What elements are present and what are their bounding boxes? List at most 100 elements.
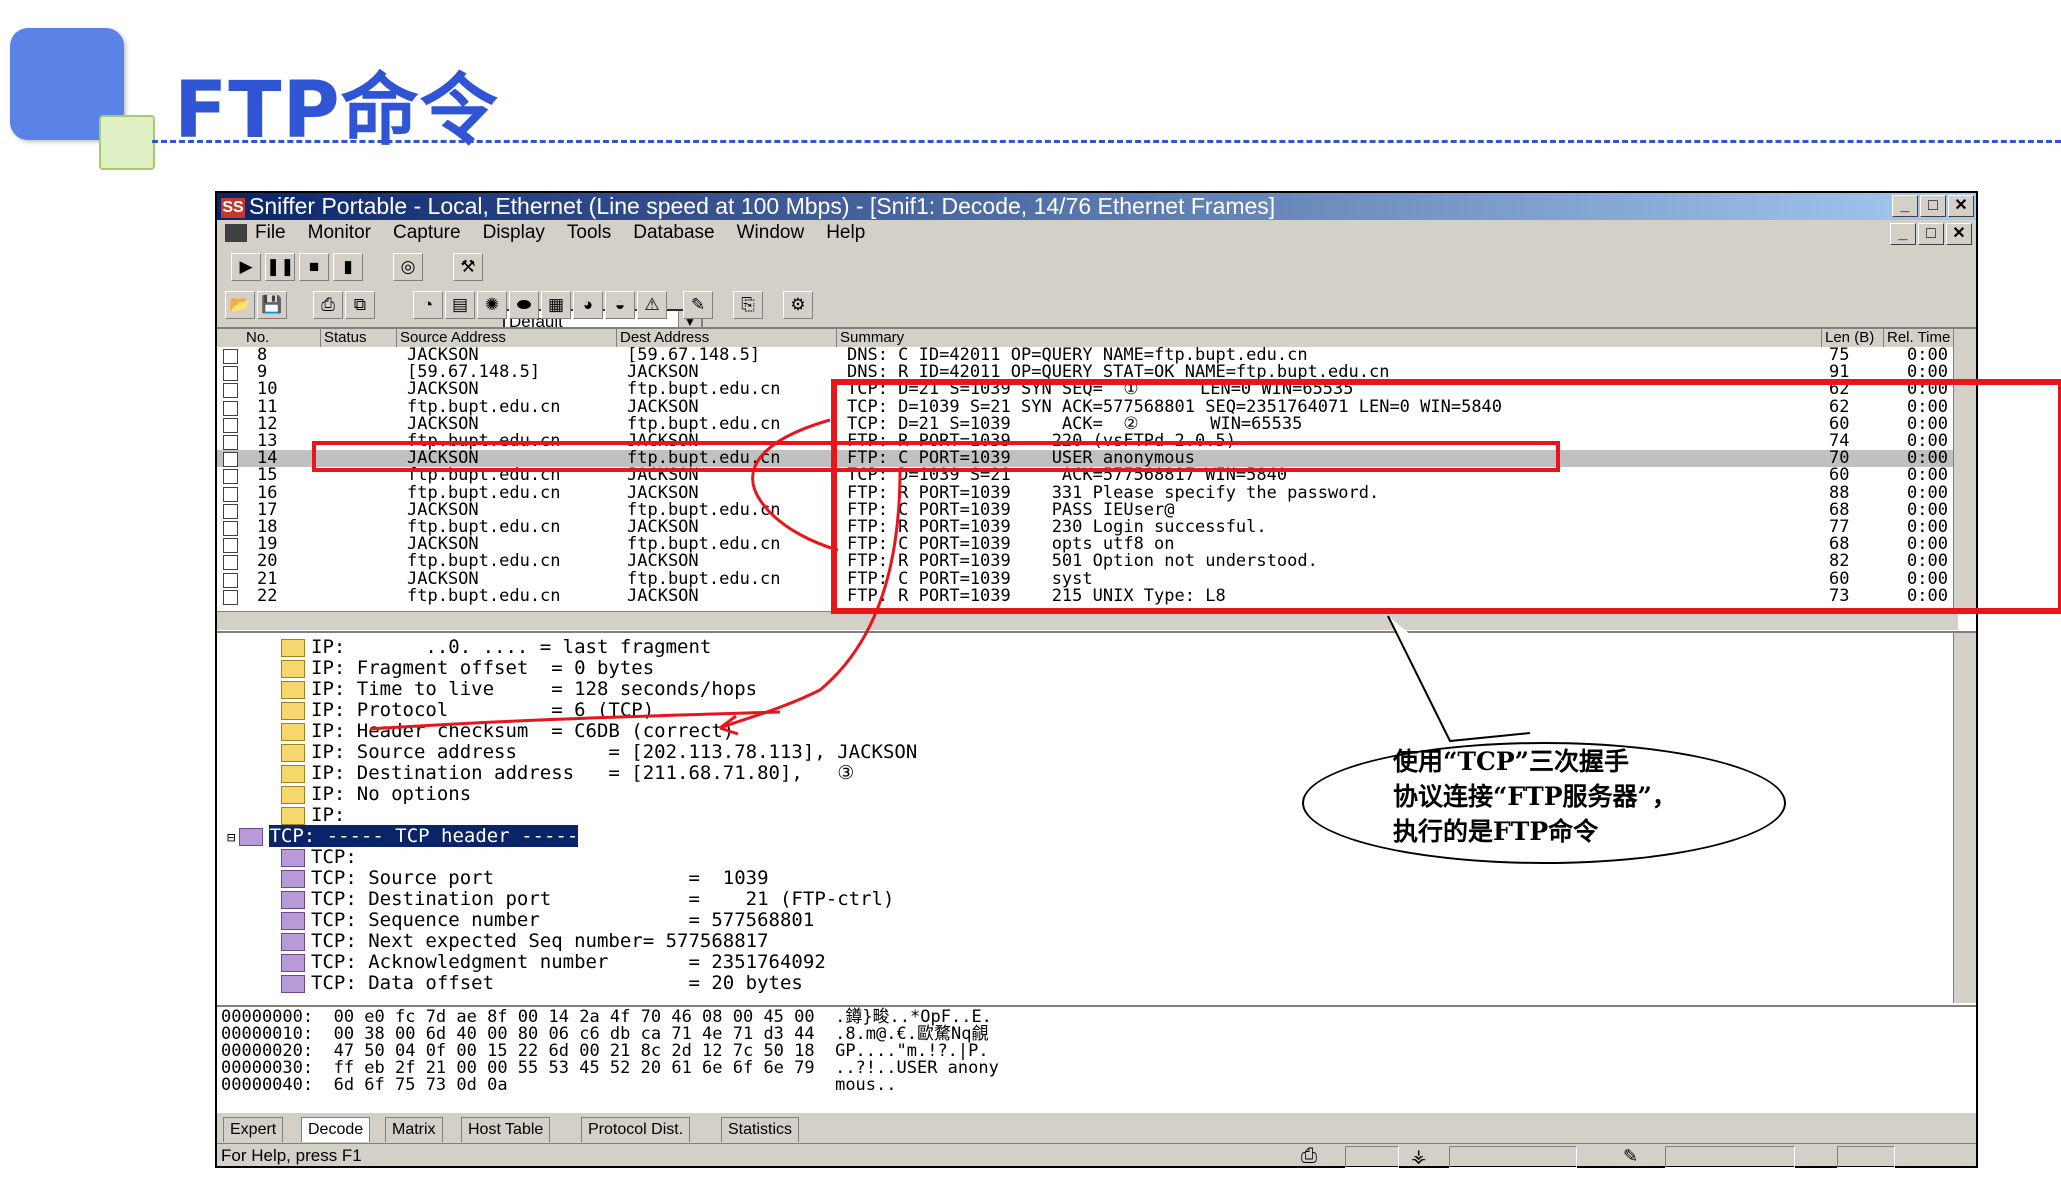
binoculars-icon[interactable]: ◎ — [393, 253, 423, 281]
dashboard-icon[interactable]: ◔ — [413, 291, 443, 319]
tab-decode[interactable]: Decode — [301, 1117, 371, 1142]
decode-line[interactable]: TCP: Source port = 1039 — [281, 868, 769, 889]
packet-row[interactable]: 22 ftp.bupt.edu.cn JACKSON FTP: R PORT=1039… — [217, 588, 1976, 605]
print-preview-icon[interactable]: ⧉ — [345, 291, 375, 319]
packet-row[interactable]: 13 ftp.bupt.edu.cn JACKSON FTP: R PORT=1039… — [217, 433, 1976, 450]
packet-row[interactable]: 12 JACKSON ftp.bupt.edu.cn TCP: D=21 S=1039… — [217, 416, 1976, 433]
row-checkbox[interactable] — [223, 417, 238, 433]
col-header-dest[interactable]: Dest Address — [617, 329, 837, 347]
col-header-no[interactable]: No. — [217, 329, 321, 347]
packet-row[interactable]: 17 JACKSON ftp.bupt.edu.cn FTP: C PORT=1039… — [217, 502, 1976, 519]
define-filter-icon[interactable]: ⚒ — [453, 253, 483, 281]
open-folder-icon[interactable]: 📂 — [225, 291, 255, 319]
row-checkbox[interactable] — [223, 538, 238, 554]
packet-row-selected[interactable]: 14 JACKSON ftp.bupt.edu.cn FTP: C PORT=1039… — [217, 450, 1976, 468]
decode-line[interactable]: TCP: Next expected Seq number= 577568817 — [281, 931, 769, 952]
packet-list-hscrollbar[interactable] — [217, 611, 1958, 630]
minimize-button[interactable]: _ — [1892, 195, 1918, 217]
stop-icon[interactable]: ■ — [299, 253, 329, 281]
row-checkbox[interactable] — [223, 349, 238, 364]
row-checkbox[interactable] — [223, 503, 238, 519]
window-titlebar[interactable]: SS Sniffer Portable - Local, Ethernet (Li… — [217, 193, 1976, 220]
menu-window[interactable]: Window — [737, 220, 805, 246]
menu-capture[interactable]: Capture — [393, 220, 461, 246]
child-minimize-button[interactable]: _ — [1890, 223, 1916, 245]
row-checkbox[interactable] — [223, 555, 238, 571]
maximize-button[interactable]: □ — [1920, 195, 1946, 217]
protocol-distribution-icon[interactable]: ◕ — [573, 291, 603, 319]
decode-line[interactable]: TCP: Sequence number = 577568801 — [281, 910, 814, 931]
child-restore-button[interactable]: □ — [1918, 223, 1944, 245]
decode-line[interactable]: IP: No options — [281, 784, 471, 805]
packet-list-scrollbar[interactable] — [1953, 329, 1976, 611]
menu-file[interactable]: File — [255, 220, 286, 246]
col-header-time[interactable]: Rel. Time — [1884, 329, 1956, 347]
print-icon[interactable]: ⎙ — [313, 291, 343, 319]
hex-line[interactable]: 00000040: 6d 6f 75 73 0d 0a mous.. — [221, 1077, 897, 1094]
decode-line[interactable]: TCP: — [281, 847, 357, 868]
tab-expert[interactable]: Expert — [223, 1117, 284, 1142]
global-statistics-icon[interactable]: ◒ — [605, 291, 635, 319]
decode-line[interactable]: IP: Destination address = [211.68.71.80]… — [281, 763, 854, 784]
close-button[interactable]: ✕ — [1948, 195, 1974, 217]
menu-tools[interactable]: Tools — [567, 220, 611, 246]
row-checkbox[interactable] — [223, 366, 238, 382]
history-samples-icon[interactable]: ▦ — [541, 291, 571, 319]
decode-line[interactable]: IP: Protocol = 6 (TCP) — [281, 700, 654, 721]
decode-line[interactable]: IP: Header checksum = C6DB (correct) — [281, 721, 734, 742]
packet-row[interactable]: 16 ftp.bupt.edu.cn JACKSON FTP: R PORT=1039… — [217, 485, 1976, 502]
decode-line[interactable]: IP: — [281, 805, 345, 826]
row-checkbox[interactable] — [223, 521, 238, 536]
tab-statistics[interactable]: Statistics — [721, 1117, 800, 1142]
packet-row[interactable]: 19 JACKSON ftp.bupt.edu.cn FTP: C PORT=1039… — [217, 536, 1976, 554]
col-header-source[interactable]: Source Address — [397, 329, 617, 347]
document-menu-icon[interactable] — [225, 224, 247, 242]
collapse-icon[interactable]: ⊟ — [227, 830, 235, 846]
row-checkbox[interactable] — [223, 469, 238, 485]
pause-icon[interactable]: ❚❚ — [265, 253, 295, 281]
decode-line[interactable]: IP: ..0. .... = last fragment — [281, 637, 711, 658]
col-header-summary[interactable]: Summary — [837, 329, 1822, 347]
tab-protocol-dist[interactable]: Protocol Dist. — [581, 1117, 691, 1142]
packet-row[interactable]: 11 ftp.bupt.edu.cn JACKSON TCP: D=1039 S=21… — [217, 399, 1976, 416]
menu-display[interactable]: Display — [483, 220, 545, 246]
tab-host-table[interactable]: Host Table — [461, 1117, 551, 1142]
packet-row[interactable]: 10 JACKSON ftp.bupt.edu.cn TCP: D=21 S=1039… — [217, 381, 1976, 399]
menu-help[interactable]: Help — [826, 220, 865, 246]
decode-line[interactable]: IP: Source address = [202.113.78.113], J… — [281, 742, 917, 763]
decode-line[interactable]: TCP: Destination port = 21 (FTP-ctrl) — [281, 889, 894, 910]
packet-row[interactable]: 8 JACKSON [59.67.148.5] DNS: C ID=42011 OP=… — [217, 347, 1976, 364]
packet-row[interactable]: 9 [59.67.148.5] JACKSON DNS: R ID=42011 OP=… — [217, 364, 1976, 382]
decode-line[interactable]: IP: Time to live = 128 seconds/hops — [281, 679, 757, 700]
decode-line[interactable]: TCP: Data offset = 20 bytes — [281, 973, 803, 994]
row-checkbox[interactable] — [223, 572, 238, 588]
col-header-len[interactable]: Len (B) — [1822, 329, 1884, 347]
row-checkbox[interactable] — [223, 435, 238, 450]
menu-monitor[interactable]: Monitor — [308, 220, 371, 246]
decode-line[interactable]: IP: Fragment offset = 0 bytes — [281, 658, 654, 679]
packet-row[interactable]: 20 ftp.bupt.edu.cn JACKSON FTP: R PORT=1039… — [217, 553, 1976, 571]
row-checkbox[interactable] — [223, 383, 238, 399]
packet-row[interactable]: 15 ftp.bupt.edu.cn JACKSON TCP: D=1039 S=21… — [217, 467, 1976, 485]
packet-row[interactable]: 21 JACKSON ftp.bupt.edu.cn FTP: C PORT=1039… — [217, 571, 1976, 588]
host-table-icon[interactable]: ▤ — [445, 291, 475, 319]
tab-matrix[interactable]: Matrix — [385, 1117, 443, 1142]
packet-generator-icon[interactable]: ⎘ — [733, 291, 763, 319]
decode-line[interactable]: TCP: Acknowledgment number = 2351764092 — [281, 952, 826, 973]
application-response-icon[interactable]: ⬬ — [509, 291, 539, 319]
address-book-icon[interactable]: ✎ — [683, 291, 713, 319]
stop-display-icon[interactable]: ▮ — [333, 253, 363, 281]
menu-database[interactable]: Database — [633, 220, 714, 246]
row-checkbox[interactable] — [223, 486, 238, 502]
decode-line-tcp-header[interactable]: ⊟ TCP: ----- TCP header ----- — [227, 825, 579, 847]
packet-row[interactable]: 18 ftp.bupt.edu.cn JACKSON FTP: R PORT=1039… — [217, 519, 1976, 536]
row-checkbox[interactable] — [223, 589, 238, 605]
play-icon[interactable]: ▶ — [231, 253, 261, 281]
decode-scrollbar[interactable] — [1953, 633, 1976, 1003]
child-close-button[interactable]: ✕ — [1946, 223, 1972, 245]
alarm-log-icon[interactable]: ⚠ — [637, 291, 667, 319]
col-header-status[interactable]: Status — [321, 329, 397, 347]
settings-icon[interactable]: ⚙ — [783, 291, 813, 319]
row-checkbox[interactable] — [223, 400, 238, 416]
save-icon[interactable]: 💾 — [257, 291, 287, 319]
